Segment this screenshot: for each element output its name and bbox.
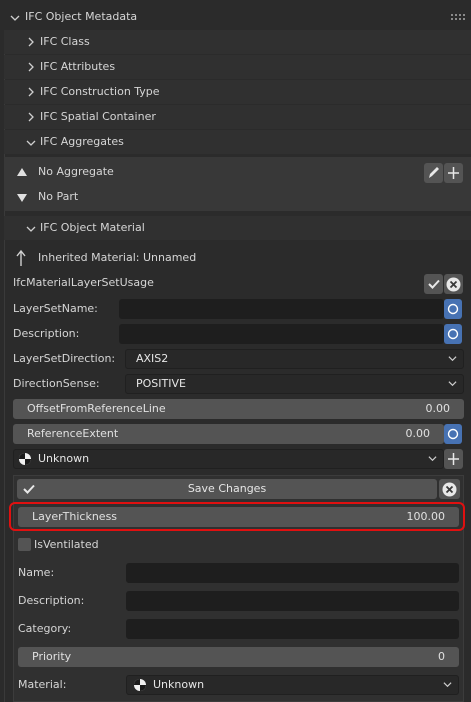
- chevron-right-icon: [28, 62, 34, 72]
- chevron-right-icon: [28, 112, 34, 122]
- chevron-down-icon: [448, 356, 457, 362]
- inherit-arrow-icon: [16, 249, 26, 266]
- reference-extent-value: 0.00: [405, 427, 431, 440]
- subpanel-label: IFC Spatial Container: [40, 110, 156, 123]
- subpanel-label: IFC Construction Type: [40, 85, 160, 98]
- layer-set-name-label: LayerSetName:: [13, 302, 98, 315]
- add-material-button[interactable]: [444, 449, 463, 469]
- panel-title: IFC Object Metadata: [25, 10, 138, 23]
- plus-icon: [448, 167, 459, 179]
- subpanel-label: IFC Attributes: [40, 60, 116, 73]
- offset-label: OffsetFromReferenceLine: [27, 402, 166, 415]
- chevron-down-icon: [443, 682, 452, 688]
- layer-thickness-value: 100.00: [406, 510, 446, 523]
- material-select-dropdown[interactable]: Unknown: [13, 449, 444, 469]
- chevron-down-icon: [428, 456, 437, 462]
- subpanel-ifc-object-material[interactable]: IFC Object Material: [4, 216, 471, 240]
- layer-material-dropdown[interactable]: Unknown: [126, 675, 459, 695]
- no-part-label: No Part: [38, 190, 79, 203]
- direction-sense-value: POSITIVE: [136, 377, 186, 390]
- layer-material-value: Unknown: [153, 678, 205, 691]
- chevron-right-icon: [28, 87, 34, 97]
- subpanel-ifc-aggregates[interactable]: IFC Aggregates: [4, 130, 471, 154]
- category-input[interactable]: [126, 619, 459, 639]
- layer-set-name-toggle-button[interactable]: [444, 299, 462, 319]
- material-sphere-icon: [19, 453, 31, 465]
- plus-icon: [448, 453, 459, 465]
- edit-aggregate-button[interactable]: [424, 163, 443, 183]
- description-label: Description:: [13, 327, 80, 340]
- subpanel-label: IFC Class: [40, 35, 90, 48]
- subpanel-ifc-class[interactable]: IFC Class: [4, 30, 471, 54]
- save-changes-label: Save Changes: [187, 482, 267, 495]
- add-aggregate-button[interactable]: [444, 163, 463, 183]
- close-circle-icon: [442, 482, 457, 497]
- is-ventilated-label: IsVentilated: [34, 538, 99, 551]
- subpanel-ifc-spatial-container[interactable]: IFC Spatial Container: [4, 105, 471, 129]
- triangle-down-icon: [17, 194, 27, 202]
- layer-thickness-field[interactable]: LayerThickness 100.00: [18, 507, 459, 527]
- layer-description-input[interactable]: [126, 591, 459, 611]
- chevron-down-icon: [448, 381, 457, 387]
- ifc-object-metadata-panel-header[interactable]: IFC Object Metadata: [0, 5, 471, 29]
- discard-changes-button[interactable]: [439, 479, 460, 499]
- chevron-down-icon: [26, 140, 36, 146]
- material-sphere-icon: [134, 679, 146, 691]
- description-toggle-button[interactable]: [444, 324, 462, 344]
- chevron-right-icon: [28, 37, 34, 47]
- reference-extent-label: ReferenceExtent: [27, 427, 119, 440]
- name-input[interactable]: [126, 563, 459, 583]
- direction-sense-label: DirectionSense:: [13, 377, 100, 390]
- layer-set-name-input[interactable]: [119, 299, 444, 319]
- save-changes-button[interactable]: Save Changes: [17, 479, 437, 499]
- circle-icon: [447, 428, 459, 440]
- layer-set-direction-value: AXIS2: [136, 352, 169, 365]
- close-circle-icon: [446, 277, 461, 292]
- reference-extent-toggle-button[interactable]: [444, 424, 462, 444]
- pencil-icon: [429, 167, 439, 178]
- name-label: Name:: [18, 566, 55, 579]
- chevron-down-icon: [10, 15, 20, 21]
- offset-value: 0.00: [425, 402, 451, 415]
- layer-material-label: Material:: [18, 678, 67, 691]
- cancel-usage-button[interactable]: [444, 274, 463, 294]
- reference-extent-field[interactable]: ReferenceExtent 0.00: [13, 424, 444, 444]
- description-input[interactable]: [119, 324, 444, 344]
- circle-icon: [447, 303, 459, 315]
- subpanel-ifc-attributes[interactable]: IFC Attributes: [4, 55, 471, 79]
- layer-thickness-label: LayerThickness: [32, 510, 118, 523]
- direction-sense-dropdown[interactable]: POSITIVE: [125, 374, 464, 394]
- category-label: Category:: [18, 622, 72, 635]
- chevron-down-icon: [26, 226, 36, 232]
- priority-value: 0: [438, 650, 445, 663]
- subpanel-label: IFC Object Material: [40, 221, 145, 234]
- usage-label: IfcMaterialLayerSetUsage: [13, 276, 154, 289]
- subpanel-ifc-construction-type[interactable]: IFC Construction Type: [4, 80, 471, 104]
- priority-label: Priority: [32, 650, 72, 663]
- drag-handle-icon[interactable]: [451, 14, 465, 22]
- layer-set-direction-label: LayerSetDirection:: [13, 352, 116, 365]
- no-aggregate-label: No Aggregate: [38, 165, 114, 178]
- priority-field[interactable]: Priority 0: [18, 647, 459, 667]
- is-ventilated-checkbox[interactable]: [18, 538, 31, 551]
- circle-icon: [447, 328, 459, 340]
- checkmark-icon: [428, 279, 440, 289]
- subpanel-label: IFC Aggregates: [40, 135, 124, 148]
- inherited-material-label: Inherited Material: Unnamed: [38, 251, 197, 264]
- layer-description-label: Description:: [18, 594, 85, 607]
- layer-set-direction-dropdown[interactable]: AXIS2: [125, 349, 464, 369]
- material-select-value: Unknown: [38, 452, 90, 465]
- confirm-usage-button[interactable]: [424, 274, 443, 294]
- offset-from-reference-line-field[interactable]: OffsetFromReferenceLine 0.00: [13, 399, 464, 419]
- triangle-up-icon: [17, 168, 27, 176]
